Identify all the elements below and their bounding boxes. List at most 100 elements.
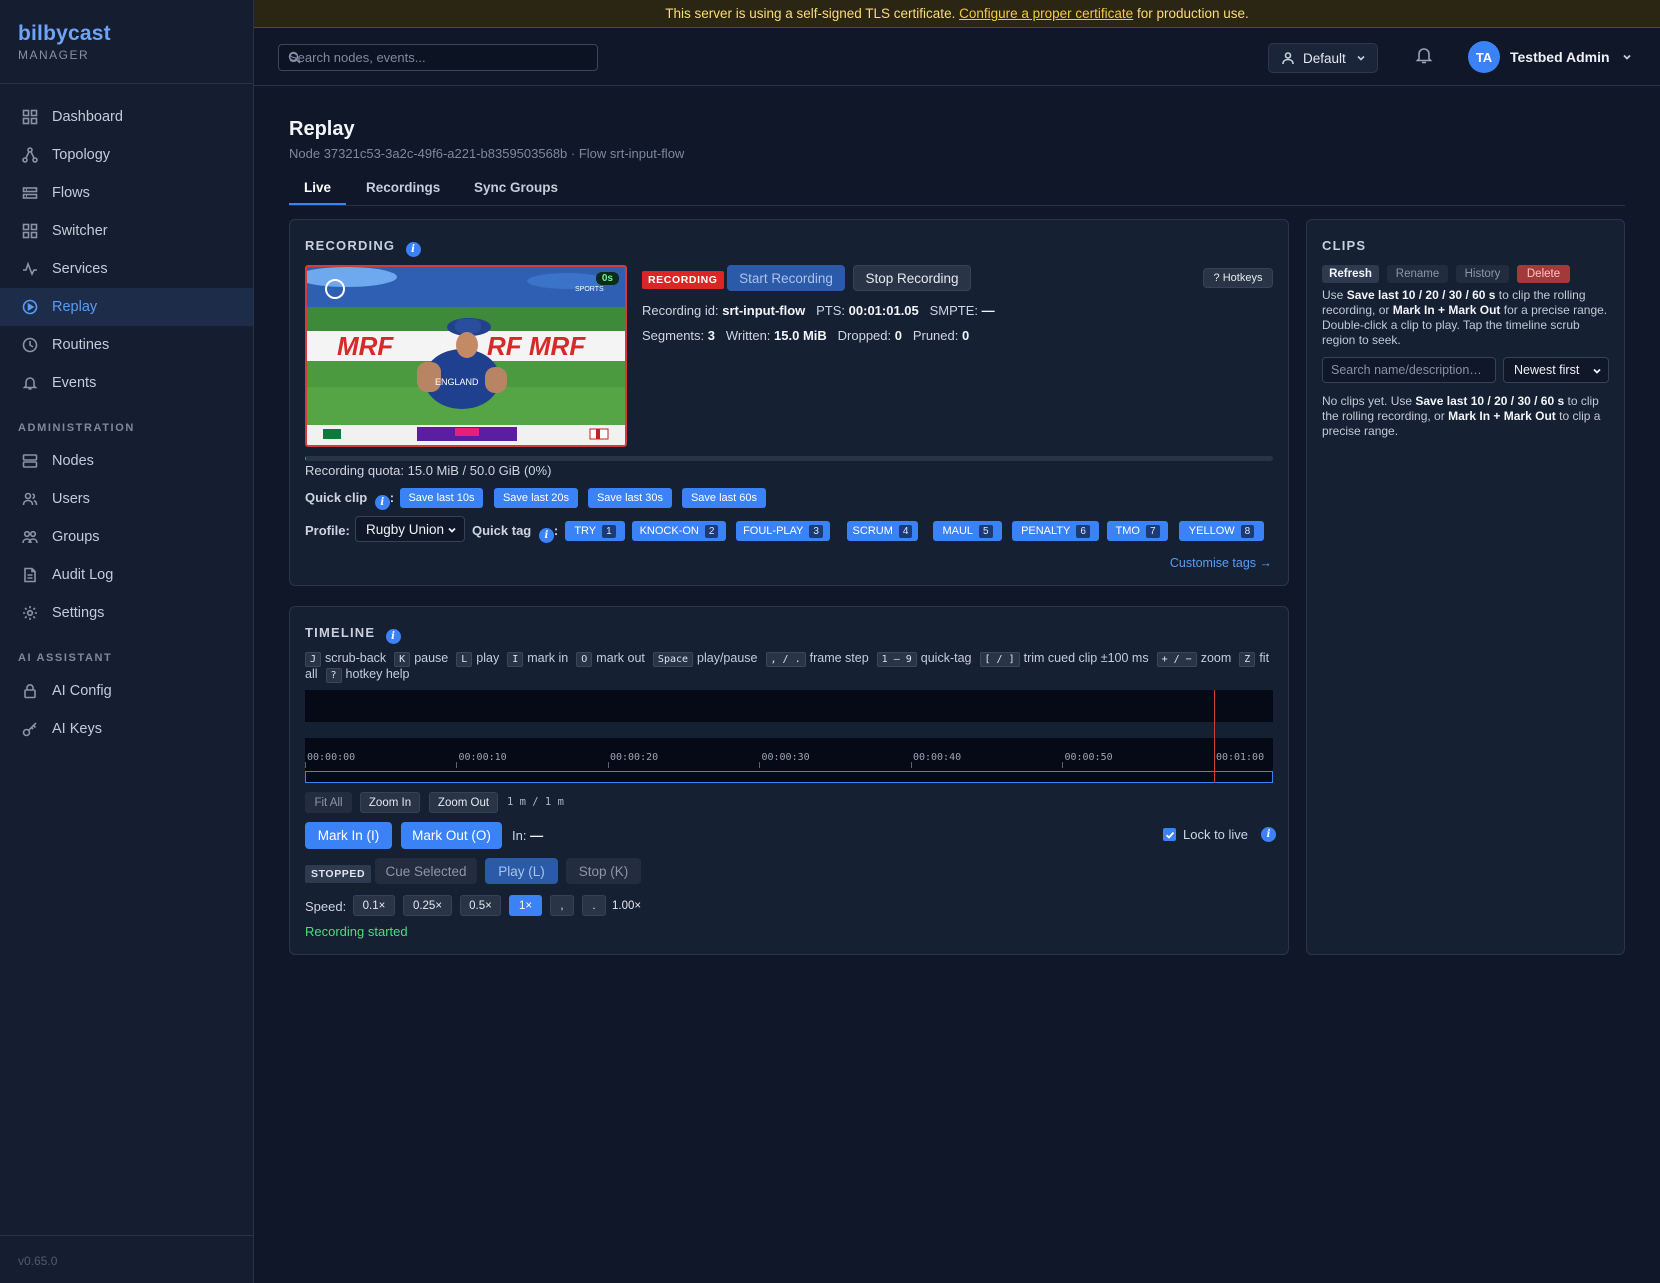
speed-0-25x-button[interactable]: 0.25×: [403, 895, 452, 916]
tag-label: FOUL-PLAY: [743, 525, 804, 537]
tag-tmo-button[interactable]: TMO 7: [1107, 521, 1168, 541]
hotkey-description: scrub-back: [325, 651, 387, 665]
timeline-playhead[interactable]: [1213, 690, 1215, 783]
tag-penalty-button[interactable]: PENALTY 6: [1012, 521, 1099, 541]
info-icon[interactable]: i: [406, 242, 422, 257]
timeline-tick-mark: [607, 762, 609, 768]
sidebar-item-topology[interactable]: Topology: [0, 136, 253, 174]
zoom-in-button[interactable]: Zoom In: [360, 792, 420, 813]
key-icon: [22, 721, 38, 737]
play-button[interactable]: Play (L): [485, 858, 558, 884]
sidebar-item-groups[interactable]: Groups: [0, 518, 253, 556]
speed-up-button[interactable]: .: [582, 895, 606, 916]
search-input[interactable]: Search nodes, events...: [278, 44, 598, 71]
timeline-scrub-region[interactable]: [305, 690, 1273, 722]
info-icon[interactable]: i: [374, 495, 390, 510]
info-icon[interactable]: i: [1261, 827, 1277, 842]
in-value: —: [530, 828, 544, 843]
tab-recordings[interactable]: Recordings: [366, 180, 440, 195]
chevron-down-icon: [448, 527, 456, 533]
recording-title-text: RECORDING: [305, 238, 396, 253]
tab-sync-groups[interactable]: Sync Groups: [474, 180, 558, 195]
customise-tags-link[interactable]: Customise tags →: [1170, 556, 1272, 570]
sidebar-item-audit-log[interactable]: Audit Log: [0, 556, 253, 594]
sidebar-item-routines[interactable]: Routines: [0, 326, 253, 364]
rename-clip-button[interactable]: Rename: [1387, 265, 1448, 283]
lock-to-live-checkbox[interactable]: [1163, 828, 1176, 841]
save-last-20s-button[interactable]: Save last 20s: [494, 488, 578, 508]
tag-try-button[interactable]: TRY 1: [565, 521, 625, 541]
hotkey-key: , / .: [765, 652, 806, 667]
sidebar-item-settings[interactable]: Settings: [0, 594, 253, 632]
clip-sort-select[interactable]: Newest first: [1503, 357, 1609, 383]
recording-stats-row: Segments: 3 Written: 15.0 MiB Dropped: 0…: [642, 328, 969, 343]
mark-out-button[interactable]: Mark Out (O): [401, 822, 502, 849]
speed-1x-button[interactable]: 1×: [509, 895, 542, 916]
sidebar-item-dashboard[interactable]: Dashboard: [0, 98, 253, 136]
tag-knock-on-button[interactable]: KNOCK-ON 2: [632, 521, 726, 541]
clip-search-input[interactable]: Search name/description…: [1322, 357, 1496, 383]
timeline-range-bar[interactable]: [305, 771, 1273, 783]
hotkeys-button[interactable]: ? Hotkeys: [1203, 268, 1273, 288]
info-icon[interactable]: i: [386, 629, 402, 644]
hotkey-key: Z: [1239, 652, 1256, 667]
save-last-60s-button[interactable]: Save last 60s: [682, 488, 766, 508]
hotkey-description: pause: [414, 651, 449, 665]
save-last-10s-button[interactable]: Save last 10s: [400, 488, 483, 508]
sidebar-item-flows[interactable]: Flows: [0, 174, 253, 212]
sidebar-item-ai-keys[interactable]: AI Keys: [0, 710, 253, 748]
sidebar-item-nodes[interactable]: Nodes: [0, 442, 253, 480]
fit-all-button[interactable]: Fit All: [305, 792, 352, 813]
tag-scrum-button[interactable]: SCRUM 4: [847, 521, 918, 541]
written-label: Written:: [725, 328, 771, 343]
info-icon[interactable]: i: [538, 528, 554, 543]
timeline-tick-mark: [305, 762, 306, 768]
lock-to-live-toggle[interactable]: Lock to live i: [1163, 827, 1277, 842]
hotkey-key: ?: [325, 668, 342, 683]
delete-clip-button[interactable]: Delete: [1517, 265, 1570, 283]
sidebar-item-label: Topology: [52, 147, 111, 163]
zoom-out-button[interactable]: Zoom Out: [429, 792, 498, 813]
sidebar-item-replay[interactable]: Replay: [0, 288, 253, 326]
svg-text:ENGLAND: ENGLAND: [435, 377, 479, 387]
chevron-down-icon: [1357, 55, 1365, 61]
stop-recording-button[interactable]: Stop Recording: [853, 265, 971, 291]
brand-name[interactable]: bilbycast: [18, 22, 235, 46]
sidebar-item-events[interactable]: Events: [0, 364, 253, 402]
timeline-ruler[interactable]: 00:00:00 00:00:10 00:00:20 00:00:30 00:00:40…: [305, 738, 1273, 783]
tag-yellow-button[interactable]: YELLOW 8: [1179, 521, 1264, 541]
tag-hotkey: 1: [602, 524, 616, 538]
video-preview[interactable]: MRF RF MRF ENGLAND SPORTS 0s: [305, 265, 627, 447]
stop-button[interactable]: Stop (K): [566, 858, 641, 884]
tag-maul-button[interactable]: MAUL 5: [933, 521, 1002, 541]
brand-sub: MANAGER: [18, 48, 90, 62]
clip-history-button[interactable]: History: [1456, 265, 1509, 283]
save-last-30s-button[interactable]: Save last 30s: [588, 488, 672, 508]
sidebar-item-ai-config[interactable]: AI Config: [0, 672, 253, 710]
speed-0-5x-button[interactable]: 0.5×: [460, 895, 501, 916]
tag-foul-play-button[interactable]: FOUL-PLAY 3: [736, 521, 830, 541]
profile-select[interactable]: Rugby Union: [355, 516, 465, 542]
brand: bilbycast MANAGER: [0, 0, 253, 84]
notifications-bell-icon[interactable]: [1414, 45, 1434, 65]
start-recording-button[interactable]: Start Recording: [727, 265, 845, 291]
sidebar-item-users[interactable]: Users: [0, 480, 253, 518]
page-title: Replay: [289, 118, 355, 140]
configure-certificate-link[interactable]: Configure a proper certificate: [959, 6, 1133, 21]
sidebar-item-switcher[interactable]: Switcher: [0, 212, 253, 250]
hotkey-description: mark in: [527, 651, 569, 665]
speed-0-1x-button[interactable]: 0.1×: [353, 895, 395, 916]
cue-selected-button[interactable]: Cue Selected: [375, 858, 477, 884]
user-menu[interactable]: TA Testbed Admin: [1468, 41, 1632, 73]
speed-down-button[interactable]: ,: [550, 895, 574, 916]
quick-clip-label: Quick clip i:: [305, 490, 395, 510]
tab-live[interactable]: Live: [304, 180, 331, 195]
quick-tag-label-text: Quick tag: [472, 523, 532, 538]
tenant-selector[interactable]: Default: [1268, 43, 1378, 73]
mark-in-button[interactable]: Mark In (I): [305, 822, 392, 849]
sidebar-item-services[interactable]: Services: [0, 250, 253, 288]
tag-label: TMO: [1115, 525, 1140, 537]
clips-empty-state: No clips yet. Use Save last 10 / 20 / 30…: [1322, 394, 1612, 439]
hotkey-key: + / −: [1156, 652, 1197, 667]
refresh-clips-button[interactable]: Refresh: [1322, 265, 1379, 283]
